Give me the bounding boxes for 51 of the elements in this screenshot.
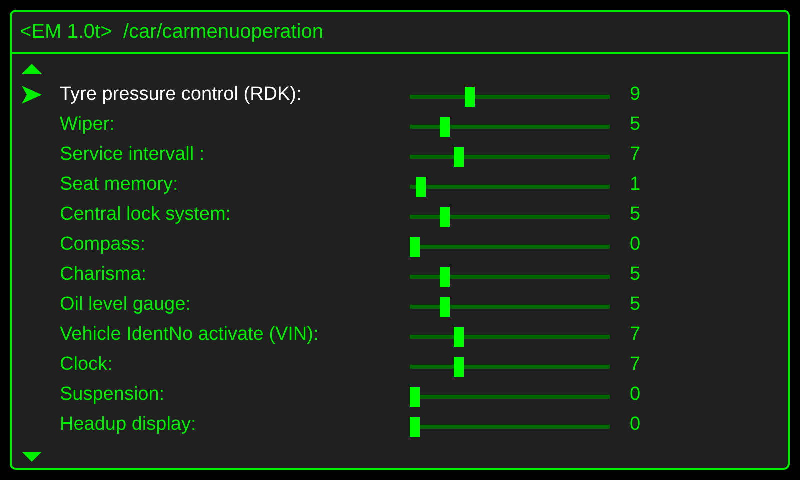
slider-thumb[interactable]: [440, 207, 450, 227]
slider-thumb[interactable]: [410, 387, 420, 407]
slider-thumb[interactable]: [454, 327, 464, 347]
slider-thumb[interactable]: [440, 267, 450, 287]
setting-value: 7: [630, 354, 641, 376]
setting-value: 9: [630, 84, 641, 106]
slider[interactable]: [410, 297, 610, 317]
setting-label[interactable]: Charisma:: [60, 264, 410, 286]
slider[interactable]: [410, 87, 610, 107]
setting-label[interactable]: Wiper:: [60, 114, 410, 136]
slider-thumb[interactable]: [416, 177, 426, 197]
setting-value: 5: [630, 114, 641, 136]
setting-label[interactable]: Central lock system:: [60, 204, 410, 226]
setting-value: 0: [630, 234, 641, 256]
setting-value: 7: [630, 324, 641, 346]
slider-thumb[interactable]: [465, 87, 476, 107]
slider-thumb[interactable]: [440, 297, 450, 317]
setting-label[interactable]: Seat memory:: [60, 174, 410, 196]
setting-label[interactable]: Compass:: [60, 234, 410, 256]
setting-label[interactable]: Oil level gauge:: [60, 294, 410, 316]
slider[interactable]: [410, 387, 610, 407]
setting-label[interactable]: Vehicle IdentNo activate (VIN):: [60, 324, 410, 346]
window-title: <EM 1.0t> /car/carmenuoperation: [20, 20, 324, 44]
slider[interactable]: [410, 177, 610, 197]
slider[interactable]: [410, 237, 610, 257]
slider[interactable]: [410, 357, 610, 377]
slider[interactable]: [410, 207, 610, 227]
slider[interactable]: [410, 267, 610, 287]
scroll-up-icon[interactable]: [22, 64, 42, 74]
setting-value: 5: [630, 294, 641, 316]
slider-thumb[interactable]: [410, 237, 420, 257]
slider[interactable]: [410, 147, 610, 167]
setting-label[interactable]: Tyre pressure control (RDK):: [60, 84, 410, 106]
setting-value: 7: [630, 144, 641, 166]
setting-label[interactable]: Service intervall :: [60, 144, 410, 166]
setting-value: 1: [630, 174, 641, 196]
slider-thumb[interactable]: [410, 417, 420, 437]
setting-label[interactable]: Clock:: [60, 354, 410, 376]
slider-thumb[interactable]: [454, 147, 464, 167]
slider[interactable]: [410, 417, 610, 437]
setting-label[interactable]: Suspension:: [60, 384, 410, 406]
setting-value: 5: [630, 264, 641, 286]
setting-value: 0: [630, 414, 641, 436]
setting-value: 5: [630, 204, 641, 226]
slider-thumb[interactable]: [454, 357, 464, 377]
slider[interactable]: [410, 117, 610, 137]
slider[interactable]: [410, 327, 610, 347]
setting-label[interactable]: Headup display:: [60, 414, 410, 436]
slider-thumb[interactable]: [440, 117, 450, 137]
scroll-down-icon[interactable]: [22, 452, 42, 462]
setting-value: 0: [630, 384, 641, 406]
